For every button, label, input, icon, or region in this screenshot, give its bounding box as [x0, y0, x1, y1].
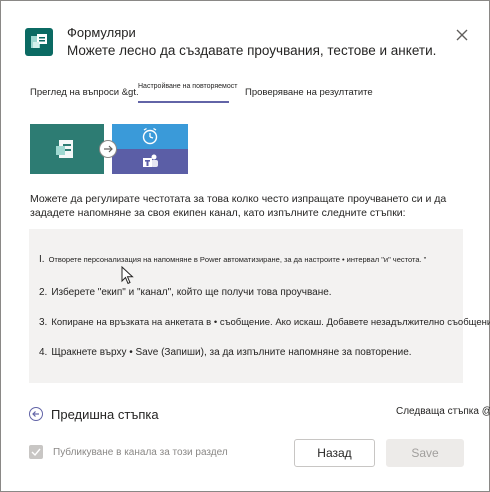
step-number: I.	[39, 254, 45, 265]
steps-list: I. Отворете персонализация на напомняне в…	[29, 229, 490, 383]
alarm-clock-icon	[142, 127, 158, 145]
step-tabs: Преглед на въпроси &gt. Настройване на п…	[30, 81, 470, 107]
description-text: Можете да регулирате честотата за това к…	[30, 193, 447, 219]
step-item: 2. Изберете "екип" и "канал", който ще по…	[39, 287, 332, 298]
next-step-link[interactable]: Следваща стъпка @	[396, 406, 490, 417]
flow-illustration	[30, 124, 188, 174]
checkmark-icon	[31, 448, 41, 457]
tab-check-results[interactable]: Проверяване на резултатите	[245, 87, 373, 98]
tab-review-questions[interactable]: Преглед на въпроси &gt.	[30, 87, 139, 98]
step-number: 2.	[39, 287, 48, 298]
reminder-tile	[112, 124, 188, 149]
forms-icon	[56, 140, 73, 158]
teams-icon	[143, 154, 158, 167]
step-item: I. Отворете персонализация на напомняне в…	[39, 254, 426, 265]
post-to-channel-checkbox[interactable]	[29, 445, 43, 459]
app-subtitle: Можете лесно да създавате проучвания, те…	[67, 43, 437, 58]
step-text: Копиране на връзката на анкетата в • съо…	[51, 317, 490, 328]
step-number: 3.	[39, 317, 48, 328]
mouse-cursor-icon	[121, 265, 135, 286]
dialog: Формуляри Можете лесно да създавате проу…	[0, 0, 490, 492]
close-icon[interactable]	[454, 27, 470, 43]
save-button[interactable]: Save	[386, 439, 464, 467]
post-to-channel-label: Публикуване в канала за този раздел	[53, 447, 228, 458]
previous-step-link[interactable]: Предишна стъпка	[29, 405, 159, 423]
arrow-right-icon	[99, 140, 117, 158]
forms-icon	[25, 28, 53, 56]
step-text: Щракнете върху • Save (Запиши), за да из…	[51, 347, 412, 358]
arrow-left-icon	[29, 407, 43, 421]
previous-step-label: Предишна стъпка	[51, 406, 159, 422]
step-text: Изберете "екип" и "канал", който ще полу…	[51, 287, 332, 298]
tab-set-recurrence[interactable]: Настройване на повторяемост	[138, 83, 237, 90]
step-number: 4.	[39, 347, 48, 358]
step-text: Отворете персонализация на напомняне в P…	[48, 255, 427, 264]
teams-tile	[112, 149, 188, 174]
step-item: 3. Копиране на връзката на анкетата в • с…	[39, 317, 490, 328]
active-tab-indicator	[138, 101, 229, 103]
step-item: 4. Щракнете върху • Save (Запиши), за да …	[39, 347, 412, 358]
app-title: Формуляри	[67, 25, 136, 40]
forms-tile	[30, 124, 104, 174]
back-button[interactable]: Назад	[294, 439, 375, 467]
